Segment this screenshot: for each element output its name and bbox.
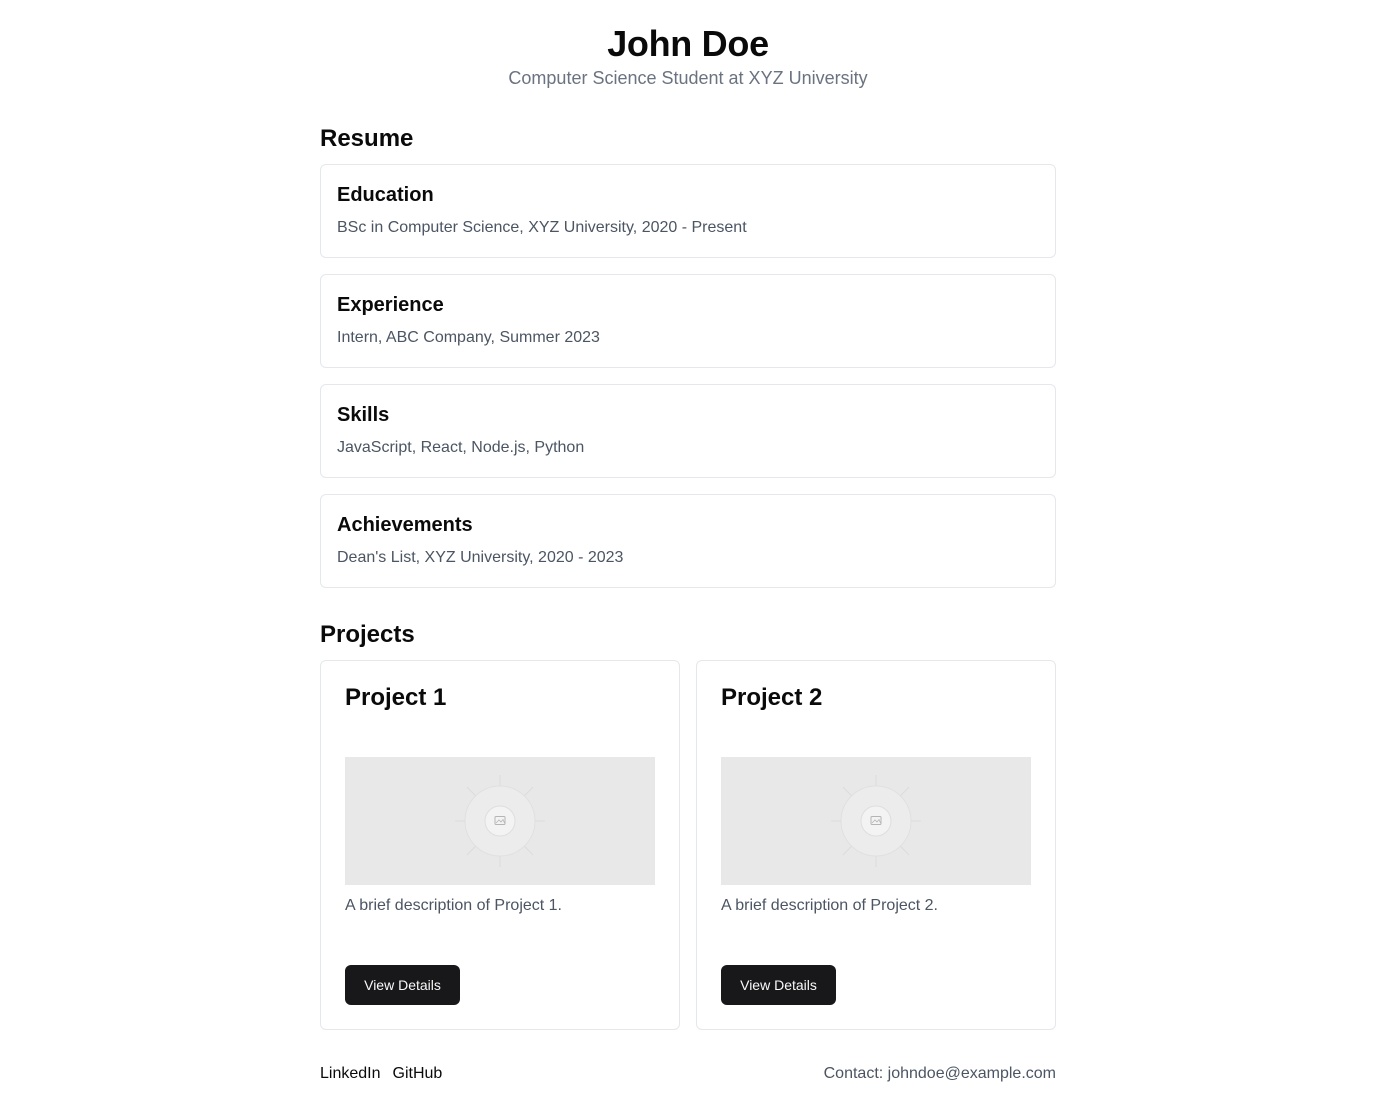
linkedin-link[interactable]: LinkedIn (320, 1065, 381, 1082)
image-placeholder-icon (721, 757, 1031, 885)
project-description: A brief description of Project 2. (721, 897, 938, 914)
resume-card-education: Education BSc in Computer Science, XYZ U… (320, 164, 1056, 258)
resume-card-achievements: Achievements Dean's List, XYZ University… (320, 494, 1056, 588)
resume-card-heading: Education (337, 184, 434, 206)
image-placeholder-icon (345, 757, 655, 885)
projects-section-title: Projects (320, 621, 415, 648)
github-link[interactable]: GitHub (393, 1065, 443, 1082)
resume-section-title: Resume (320, 125, 414, 152)
resume-card-text: Dean's List, XYZ University, 2020 - 2023 (337, 549, 624, 566)
resume-card-experience: Experience Intern, ABC Company, Summer 2… (320, 274, 1056, 368)
resume-card-heading: Experience (337, 294, 444, 316)
contact-email: Contact: johndoe@example.com (823, 1065, 1056, 1082)
page-subtitle: Computer Science Student at XYZ Universi… (508, 68, 868, 88)
resume-card-text: JavaScript, React, Node.js, Python (337, 439, 585, 456)
page-title: John Doe (607, 23, 769, 64)
project-image-placeholder (345, 757, 655, 885)
resume-card-text: Intern, ABC Company, Summer 2023 (337, 329, 600, 346)
project-image-placeholder (721, 757, 1031, 885)
page-footer: LinkedIn GitHub Contact: johndoe@example.… (320, 1063, 1056, 1085)
project-title: Project 1 (345, 684, 447, 711)
resume-card-heading: Skills (337, 404, 390, 426)
project-card-2: Project 2 A brief description of Project… (696, 660, 1056, 1030)
project-title: Project 2 (721, 684, 823, 711)
resume-card-text: BSc in Computer Science, XYZ University,… (337, 219, 747, 236)
page-header: John Doe Computer Science Student at XYZ… (0, 22, 1376, 90)
project-description: A brief description of Project 1. (345, 897, 562, 914)
project-card-1: Project 1 A brief description of Project… (320, 660, 680, 1030)
resume-card-skills: Skills JavaScript, React, Node.js, Pytho… (320, 384, 1056, 478)
view-details-button[interactable]: View Details (345, 965, 460, 1005)
resume-card-heading: Achievements (337, 514, 473, 536)
view-details-button[interactable]: View Details (721, 965, 836, 1005)
